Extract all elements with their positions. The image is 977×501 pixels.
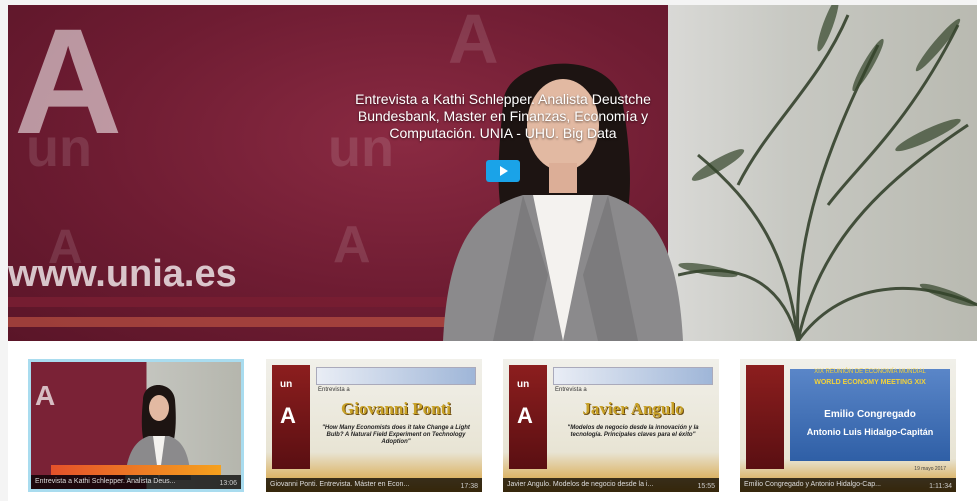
slide-logo-un: un	[517, 379, 530, 390]
slide-banner	[553, 367, 713, 385]
slide-logo-panel: un A	[272, 365, 310, 469]
thumbnail-duration: 13:06	[219, 480, 237, 487]
thumbnail-caption: Javier Angulo. Modelos de negocio desde …	[503, 478, 719, 492]
slide-logo-panel: un A	[509, 365, 547, 469]
video-thumbnail-giovanni[interactable]: un A Entrevista a Giovanni Ponti "How Ma…	[266, 359, 482, 492]
slide-banner	[316, 367, 476, 385]
stripe-decoration-2	[8, 317, 448, 327]
thumbnail-duration: 15:55	[697, 483, 715, 490]
thumbnail-caption: Emilio Congregado y Antonio Hidalgo-Cap.…	[740, 478, 956, 492]
plant-illustration	[678, 5, 977, 341]
thumbnail-duration: 1:11:34	[929, 483, 952, 490]
thumb-watermark-a: A	[35, 380, 56, 411]
slide-desc: "How Many Economists does it take Change…	[322, 425, 470, 445]
thumbnail-caption: Giovanni Ponti. Entrevista. Máster en Ec…	[266, 478, 482, 492]
thumbnail-duration: 17:38	[460, 483, 478, 490]
thumbnail-strip: A Entrevista a Kathi Schlepper. Analista…	[8, 341, 977, 501]
featured-video[interactable]: A un A un A A www.unia.es Entrevista a K…	[8, 5, 977, 341]
slide-logo-panel	[746, 365, 784, 469]
slide-name: Giovanni Ponti	[340, 399, 452, 418]
watermark-un: un	[26, 118, 92, 178]
slide-name: Javier Angulo	[582, 399, 684, 418]
video-title: Entrevista a Kathi Schlepper. Analista D…	[355, 91, 651, 141]
play-icon	[500, 166, 508, 176]
watermark-a-2: A	[333, 216, 371, 274]
slide-date: 19 mayo 2017	[914, 466, 946, 472]
play-button[interactable]	[486, 160, 520, 182]
slide-header: XIX REUNIÓN DE ECONOMÍA MUNDIAL	[814, 369, 926, 375]
slide-intro: Entrevista a	[318, 387, 350, 393]
slide-subheader: WORLD ECONOMY MEETING XIX	[814, 379, 926, 386]
thumbnail-caption: Entrevista a Kathi Schlepper. Analista D…	[31, 475, 241, 489]
thumb-lower-third	[51, 465, 221, 475]
slide-intro: Entrevista a	[555, 387, 587, 393]
slide-desc: "Modelos de negocio desde la innovación …	[567, 425, 699, 438]
interviewee-figure	[443, 63, 683, 341]
slide-logo-a: A	[280, 403, 296, 428]
video-thumbnail-javier[interactable]: un A Entrevista a Javier Angulo "Modelos…	[503, 359, 719, 492]
unia-url-text: www.unia.es	[8, 253, 237, 295]
video-thumbnail-kathi[interactable]: A Entrevista a Kathi Schlepper. Analista…	[28, 359, 244, 492]
slide-logo-a: A	[517, 403, 533, 428]
slide-name-2: Antonio Luis Hidalgo-Capitán	[806, 427, 934, 437]
stripe-decoration	[8, 297, 448, 307]
slide-logo-un: un	[280, 379, 293, 390]
slide-name-1: Emilio Congregado	[824, 409, 916, 420]
video-thumbnail-emilio[interactable]: XIX REUNIÓN DE ECONOMÍA MUNDIAL WORLD EC…	[740, 359, 956, 492]
